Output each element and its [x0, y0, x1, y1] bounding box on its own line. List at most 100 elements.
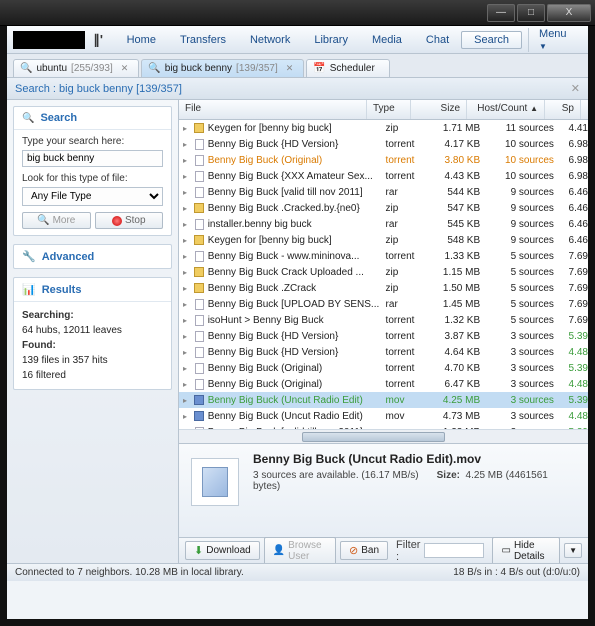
- file-type: torrent: [386, 331, 428, 342]
- filter-input[interactable]: [424, 543, 484, 558]
- expand-icon[interactable]: ▸: [183, 316, 192, 325]
- expand-icon[interactable]: ▸: [183, 412, 192, 421]
- expand-icon[interactable]: ▸: [183, 380, 192, 389]
- file-name: Benny Big Buck (Original): [208, 155, 386, 166]
- table-row[interactable]: ▸Benny Big Buck Crack Uploaded ...zip1.1…: [179, 264, 588, 280]
- results-icon: 📊: [22, 283, 36, 296]
- expand-icon[interactable]: ▸: [183, 268, 192, 277]
- table-row[interactable]: ▸Benny Big Buck {HD Version}torrent4.17 …: [179, 136, 588, 152]
- search-panel: 🔍Search Type your search here: Look for …: [13, 106, 172, 236]
- search-input[interactable]: [22, 150, 163, 167]
- file-size: 1.45 MB: [427, 299, 480, 310]
- nav-library[interactable]: Library: [302, 34, 360, 46]
- table-row[interactable]: ▸Keygen for [benny big buck]zip548 KB9 s…: [179, 232, 588, 248]
- expand-icon[interactable]: ▸: [183, 236, 192, 245]
- close-search-icon[interactable]: ✕: [571, 82, 580, 95]
- scheduler-icon: 📅: [313, 63, 325, 74]
- tab-0[interactable]: 🔍ubuntu [255/393]✕: [13, 59, 139, 77]
- results-panel-header[interactable]: 📊Results: [14, 278, 171, 302]
- expand-icon[interactable]: ▸: [183, 124, 192, 133]
- file-host: 5 sources: [480, 283, 554, 294]
- table-row[interactable]: ▸Benny Big Buck {HD Version}torrent3.87 …: [179, 328, 588, 344]
- searching-value: 64 hubs, 12011 leaves: [22, 325, 122, 336]
- stop-button[interactable]: Stop: [95, 212, 164, 229]
- table-row[interactable]: ▸Benny Big Buck [UPLOAD BY SENS...rar1.4…: [179, 296, 588, 312]
- table-row[interactable]: ▸Benny Big Buck (Original)torrent6.47 KB…: [179, 376, 588, 392]
- col-host[interactable]: Host/Count ▲: [467, 100, 545, 119]
- table-row[interactable]: ▸Benny Big Buck (Original)torrent3.80 KB…: [179, 152, 588, 168]
- scrollbar-thumb[interactable]: [302, 432, 445, 442]
- stop-icon: [112, 216, 122, 226]
- horizontal-scrollbar[interactable]: [179, 429, 588, 443]
- col-type[interactable]: Type: [367, 100, 411, 119]
- expand-icon[interactable]: ▸: [183, 284, 192, 293]
- doc-icon: [192, 330, 205, 342]
- nav-media[interactable]: Media: [360, 34, 414, 46]
- file-list[interactable]: ▸Keygen for [benny big buck]zip1.71 MB11…: [179, 120, 588, 429]
- expand-icon[interactable]: ▸: [183, 172, 192, 181]
- expand-icon[interactable]: ▸: [183, 252, 192, 261]
- table-row[interactable]: ▸Benny Big Buck {XXX Amateur Sex...torre…: [179, 168, 588, 184]
- expand-icon[interactable]: ▸: [183, 332, 192, 341]
- nav-home[interactable]: Home: [115, 34, 168, 46]
- nav-menu[interactable]: Menu ▼: [528, 28, 582, 52]
- minimize-button[interactable]: —: [487, 4, 515, 22]
- expand-icon[interactable]: ▸: [183, 220, 192, 229]
- table-row[interactable]: ▸Benny Big Buck (Uncut Radio Edit)mov4.7…: [179, 408, 588, 424]
- expand-icon[interactable]: ▸: [183, 188, 192, 197]
- table-row[interactable]: ▸Keygen for [benny big buck]zip1.71 MB11…: [179, 120, 588, 136]
- search-panel-header[interactable]: 🔍Search: [14, 107, 171, 130]
- table-row[interactable]: ▸installer.benny big buckrar545 KB9 sour…: [179, 216, 588, 232]
- file-name: Benny Big Buck {HD Version}: [208, 331, 386, 342]
- tab-2[interactable]: 📅Scheduler: [306, 59, 389, 77]
- doc-icon: [192, 186, 205, 198]
- expand-icon[interactable]: ▸: [183, 396, 192, 405]
- nav-transfers[interactable]: Transfers: [168, 34, 238, 46]
- expand-icon[interactable]: ▸: [183, 156, 192, 165]
- nav-search[interactable]: Search: [461, 31, 522, 49]
- tab-1[interactable]: 🔍big buck benny [139/357]✕: [141, 59, 304, 77]
- hide-details-button[interactable]: ▭Hide Details: [492, 537, 560, 564]
- expand-icon[interactable]: ▸: [183, 140, 192, 149]
- table-row[interactable]: ▸Benny Big Buck [valid till nov 2011]rar…: [179, 184, 588, 200]
- table-row[interactable]: ▸Benny Big Buck (Original)torrent4.70 KB…: [179, 360, 588, 376]
- col-size[interactable]: Size: [411, 100, 467, 119]
- file-host: 3 sources: [480, 347, 554, 358]
- user-icon: 👤: [273, 545, 285, 556]
- doc-icon: [192, 378, 205, 390]
- more-button[interactable]: 🔍More: [22, 212, 91, 229]
- expand-icon[interactable]: ▸: [183, 364, 192, 373]
- file-size: 544 KB: [427, 187, 480, 198]
- file-sp: 6.46: [554, 187, 588, 198]
- advanced-panel[interactable]: 🔧Advanced: [13, 244, 172, 269]
- close-button[interactable]: X: [547, 4, 591, 22]
- table-row[interactable]: ▸Benny Big Buck {HD Version}torrent4.64 …: [179, 344, 588, 360]
- nav-network[interactable]: Network: [238, 34, 302, 46]
- expand-icon[interactable]: ▸: [183, 300, 192, 309]
- expand-icon[interactable]: ▸: [183, 204, 192, 213]
- table-row[interactable]: ▸isoHunt > Benny Big Bucktorrent1.32 KB5…: [179, 312, 588, 328]
- expand-icon[interactable]: ▸: [183, 348, 192, 357]
- file-type: rar: [386, 219, 428, 230]
- close-tab-icon[interactable]: ✕: [286, 63, 294, 74]
- table-row[interactable]: ▸Benny Big Buck .Cracked.by.{ne0}zip547 …: [179, 200, 588, 216]
- file-sp: 7.69: [554, 299, 588, 310]
- download-button[interactable]: ⬇Download: [185, 541, 260, 560]
- more-details-button[interactable]: ▼: [564, 543, 582, 558]
- table-row[interactable]: ▸Benny Big Buck .ZCrackzip1.50 MB5 sourc…: [179, 280, 588, 296]
- file-size: 545 KB: [427, 219, 480, 230]
- filetype-select[interactable]: Any File Type: [22, 187, 163, 206]
- nav-chat[interactable]: Chat: [414, 34, 461, 46]
- file-name: isoHunt > Benny Big Buck: [208, 315, 386, 326]
- close-tab-icon[interactable]: ✕: [121, 63, 129, 74]
- doc-icon: [192, 362, 205, 374]
- ban-button[interactable]: ⊘Ban: [340, 541, 388, 560]
- wrench-icon: 🔧: [22, 250, 36, 263]
- file-type: mov: [386, 395, 428, 406]
- table-row[interactable]: ▸Benny Big Buck (Uncut Radio Edit)mov4.2…: [179, 392, 588, 408]
- table-row[interactable]: ▸Benny Big Buck - www.mininova...torrent…: [179, 248, 588, 264]
- maximize-button[interactable]: □: [517, 4, 545, 22]
- status-left: Connected to 7 neighbors. 10.28 MB in lo…: [15, 567, 244, 578]
- col-sp[interactable]: Sp: [545, 100, 581, 119]
- col-file[interactable]: File: [179, 100, 367, 119]
